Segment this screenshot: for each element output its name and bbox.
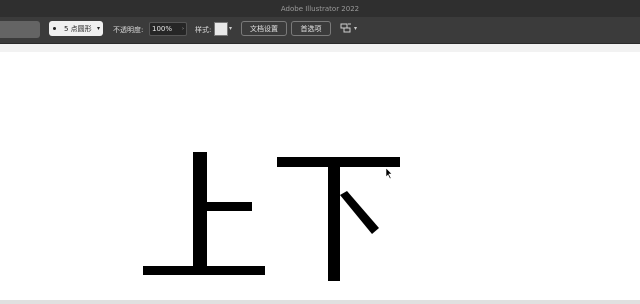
canvas-ruler-strip xyxy=(0,44,640,52)
style-label: 样式: xyxy=(195,26,212,34)
brush-definition-label: 5 点圆形 xyxy=(64,24,92,33)
window-title: Adobe Illustrator 2022 xyxy=(280,4,360,13)
opacity-value: 100% xyxy=(152,25,173,33)
chevron-down-icon[interactable]: ▾ xyxy=(354,25,357,32)
selection-indicator[interactable] xyxy=(0,21,40,38)
preferences-button[interactable]: 首选项 xyxy=(291,21,331,36)
chevron-down-icon[interactable]: ▾ xyxy=(229,25,232,32)
document-setup-button[interactable]: 文档设置 xyxy=(241,21,287,36)
graphic-style-swatch[interactable] xyxy=(214,22,228,36)
opacity-input[interactable]: 100% › xyxy=(149,22,187,36)
artboard[interactable] xyxy=(0,52,640,300)
brush-definition-select[interactable]: 5 点圆形 ▾ xyxy=(49,21,103,36)
arrange-documents-icon[interactable] xyxy=(338,22,354,35)
chevron-down-icon: ▾ xyxy=(96,25,100,32)
round-brush-dot-icon xyxy=(53,27,56,30)
chevron-right-icon[interactable]: › xyxy=(182,23,184,35)
mouse-cursor-icon xyxy=(386,168,393,180)
control-bar: 5 点圆形 ▾ 不透明度: 100% › 样式: ▾ 文档设置 首选项 ▾ xyxy=(0,17,640,44)
opacity-label: 不透明度: xyxy=(113,26,144,34)
window-titlebar: Adobe Illustrator 2022 xyxy=(0,0,640,18)
canvas-bottom-edge xyxy=(0,300,640,304)
